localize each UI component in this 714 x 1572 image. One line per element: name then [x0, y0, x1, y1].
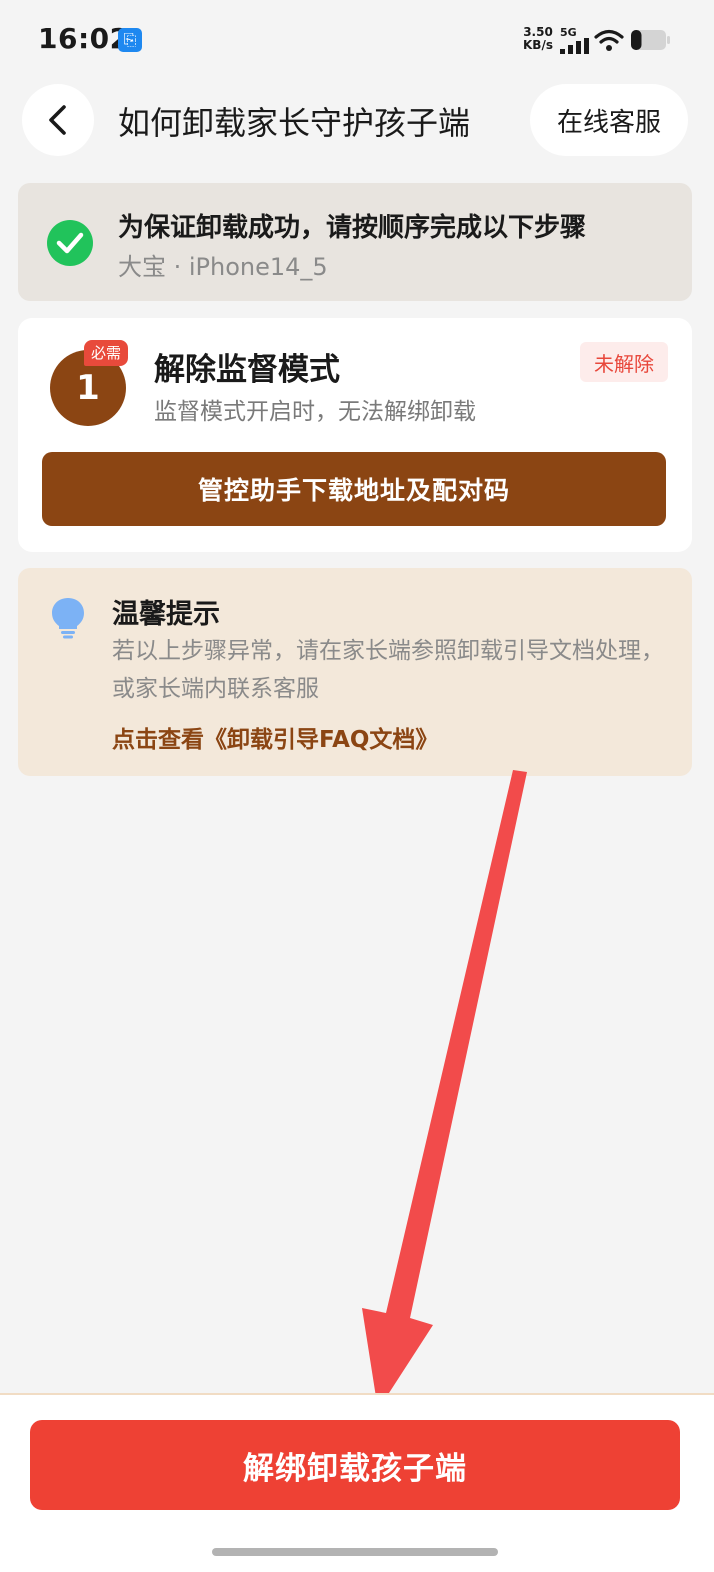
chevron-left-icon: [49, 105, 66, 135]
tip-card: 温馨提示 若以上步骤异常，请在家长端参照卸载引导文档处理，或家长端内联系客服 点…: [18, 568, 692, 776]
home-indicator[interactable]: [212, 1548, 498, 1556]
step-description: 监督模式开启时，无法解绑卸载: [154, 399, 476, 425]
unbind-uninstall-button[interactable]: 解绑卸载孩子端: [30, 1420, 680, 1510]
faq-doc-link[interactable]: 点击查看《卸载引导FAQ文档》: [112, 720, 438, 754]
status-bar: 16:02 ⎘ 3.50 KB/s 5G: [0, 0, 714, 80]
step-title: 解除监督模式: [154, 352, 340, 388]
page-title: 如何卸载家长守护孩子端: [118, 104, 471, 142]
device-name: 大宝 · iPhone14_5: [118, 253, 328, 281]
tip-title: 温馨提示: [112, 599, 220, 630]
lightbulb-icon: [52, 598, 84, 639]
back-button[interactable]: [22, 84, 94, 156]
check-circle-icon: [47, 220, 93, 266]
status-badge: 未解除: [580, 342, 668, 382]
wifi-icon: [594, 29, 624, 51]
usb-icon: ⎘: [118, 28, 142, 52]
required-tag: 必需: [84, 340, 129, 366]
download-pairing-code-button[interactable]: 管控助手下载地址及配对码: [42, 452, 666, 526]
network-speed-unit: KB/s: [523, 38, 553, 52]
network-speed: 3.50 KB/s: [520, 26, 556, 52]
tip-body: 若以上步骤异常，请在家长端参照卸载引导文档处理，或家长端内联系客服: [112, 638, 664, 702]
signal-icon: [560, 38, 589, 54]
battery-icon: [631, 30, 670, 50]
online-service-button[interactable]: 在线客服: [530, 84, 688, 156]
notice-card: 为保证卸载成功，请按顺序完成以下步骤 大宝 · iPhone14_5: [18, 183, 692, 301]
notice-title: 为保证卸载成功，请按顺序完成以下步骤: [118, 213, 587, 243]
step-card: 1 必需 解除监督模式 监督模式开启时，无法解绑卸载 未解除 管控助手下载地址及…: [18, 318, 692, 552]
status-time: 16:02: [38, 22, 130, 55]
